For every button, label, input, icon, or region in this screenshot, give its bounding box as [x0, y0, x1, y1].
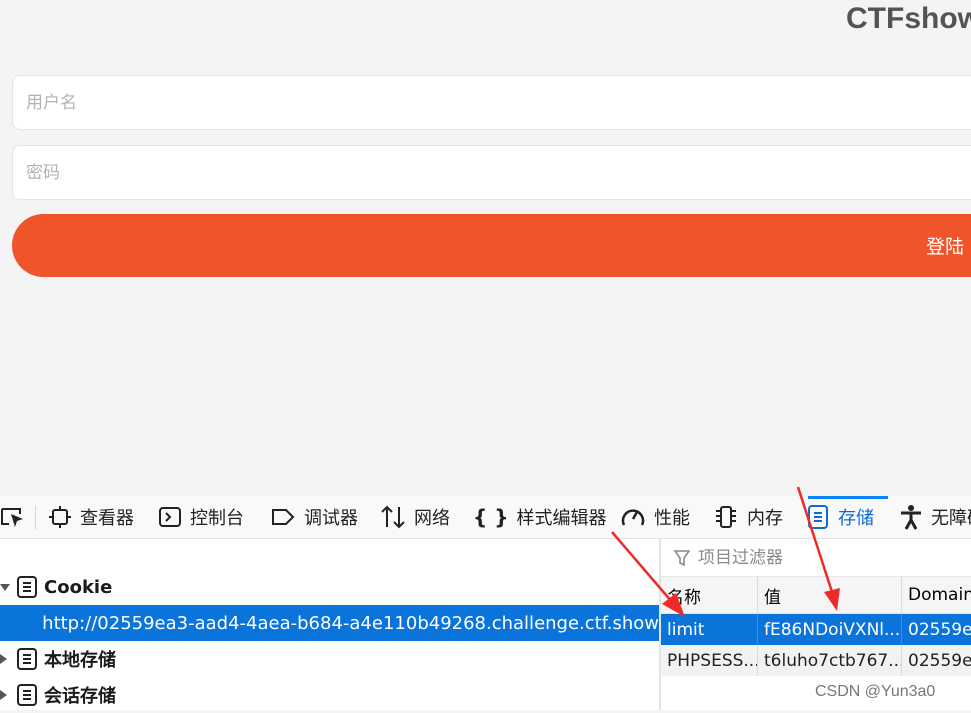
tab-storage[interactable]: 存储: [806, 496, 874, 538]
network-icon: [380, 504, 406, 530]
tab-memory[interactable]: 内存: [713, 496, 783, 538]
column-header-name[interactable]: 名称: [661, 577, 757, 613]
tab-label: 性能: [654, 504, 690, 530]
cell-domain: 02559ea3-aad4: [901, 614, 971, 645]
tab-label: 网络: [414, 504, 450, 530]
tab-network[interactable]: 网络: [380, 496, 450, 538]
tab-console[interactable]: 控制台: [158, 496, 244, 538]
tab-style-editor[interactable]: { } 样式编辑器: [473, 496, 606, 538]
login-button-label: 登陆: [926, 232, 964, 259]
table-row[interactable]: PHPSESS... t6luho7ctb767... 02559ea3-aad…: [661, 645, 971, 676]
memory-icon: [713, 504, 739, 530]
storage-icon: [16, 575, 38, 599]
tab-debugger[interactable]: 调试器: [270, 496, 358, 538]
storage-tree: Cookie http://02559ea3-aad4-4aea-b684-a4…: [0, 539, 659, 710]
tab-inspector[interactable]: 查看器: [48, 496, 134, 538]
tab-performance[interactable]: 性能: [620, 496, 690, 538]
tree-item-session-storage[interactable]: 会话存储: [0, 677, 659, 713]
cell-value: t6luho7ctb767...: [757, 645, 901, 676]
devtools-toolbar: 查看器 控制台 调试器 网络 { } 样式编辑器: [0, 496, 971, 539]
table-row[interactable]: limit fE86NDoiVXNl... 02559ea3-aad4: [661, 614, 971, 645]
watermark: CSDN @Yun3a0: [815, 683, 935, 701]
tab-label: 调试器: [304, 504, 358, 530]
column-header-value[interactable]: 值: [757, 577, 901, 613]
filter-icon: [674, 549, 690, 567]
tab-label: 存储: [838, 504, 874, 530]
password-input[interactable]: [13, 146, 971, 199]
tab-label: 查看器: [80, 504, 134, 530]
tree-item-cookie[interactable]: Cookie: [0, 569, 659, 605]
tree-item-label: 会话存储: [44, 682, 116, 708]
performance-icon: [620, 505, 646, 529]
tree-item-cookie-host[interactable]: http://02559ea3-aad4-4aea-b684-a4e110b49…: [0, 605, 659, 641]
toolbar-separator: [35, 506, 36, 530]
tab-accessibility[interactable]: 无障碍: [899, 496, 971, 538]
storage-icon: [16, 647, 38, 671]
password-field[interactable]: [12, 145, 971, 200]
storage-icon: [806, 504, 830, 530]
devtools-panel: 查看器 控制台 调试器 网络 { } 样式编辑器: [0, 496, 971, 710]
console-icon: [158, 505, 182, 529]
column-header-domain[interactable]: Domain: [901, 577, 971, 613]
cell-value: fE86NDoiVXNl...: [757, 614, 901, 645]
page-title: CTFshow: [846, 2, 971, 36]
cell-domain: 02559ea3-aad4: [901, 645, 971, 676]
cell-name: PHPSESS...: [661, 645, 757, 676]
accessibility-icon: [899, 504, 923, 530]
table-header: 名称 值 Domain: [661, 577, 971, 614]
tab-label: 无障碍: [931, 504, 971, 530]
tree-item-label: http://02559ea3-aad4-4aea-b684-a4e110b49…: [42, 613, 659, 634]
debugger-icon: [270, 505, 296, 529]
tree-item-label: Cookie: [44, 577, 112, 598]
cell-name: limit: [661, 614, 757, 645]
inspector-icon: [48, 505, 72, 529]
tab-label: 控制台: [190, 504, 244, 530]
filter-input[interactable]: [696, 542, 950, 574]
collapse-arrow-icon[interactable]: [0, 654, 7, 664]
login-button[interactable]: 登陆: [12, 214, 971, 277]
tree-item-label: 本地存储: [44, 646, 116, 672]
username-field[interactable]: [12, 75, 971, 130]
storage-icon: [16, 683, 38, 707]
element-picker-button[interactable]: [0, 496, 26, 538]
tree-item-local-storage[interactable]: 本地存储: [0, 641, 659, 677]
username-input[interactable]: [13, 76, 971, 129]
collapse-arrow-icon[interactable]: [0, 690, 7, 700]
element-picker-icon: [0, 504, 26, 530]
tab-label: 内存: [747, 504, 783, 530]
filter-bar: [661, 539, 971, 577]
tab-label: 样式编辑器: [516, 504, 606, 530]
active-tab-indicator: [808, 496, 888, 499]
expand-arrow-icon[interactable]: [0, 584, 10, 591]
style-editor-icon: { }: [473, 505, 508, 529]
